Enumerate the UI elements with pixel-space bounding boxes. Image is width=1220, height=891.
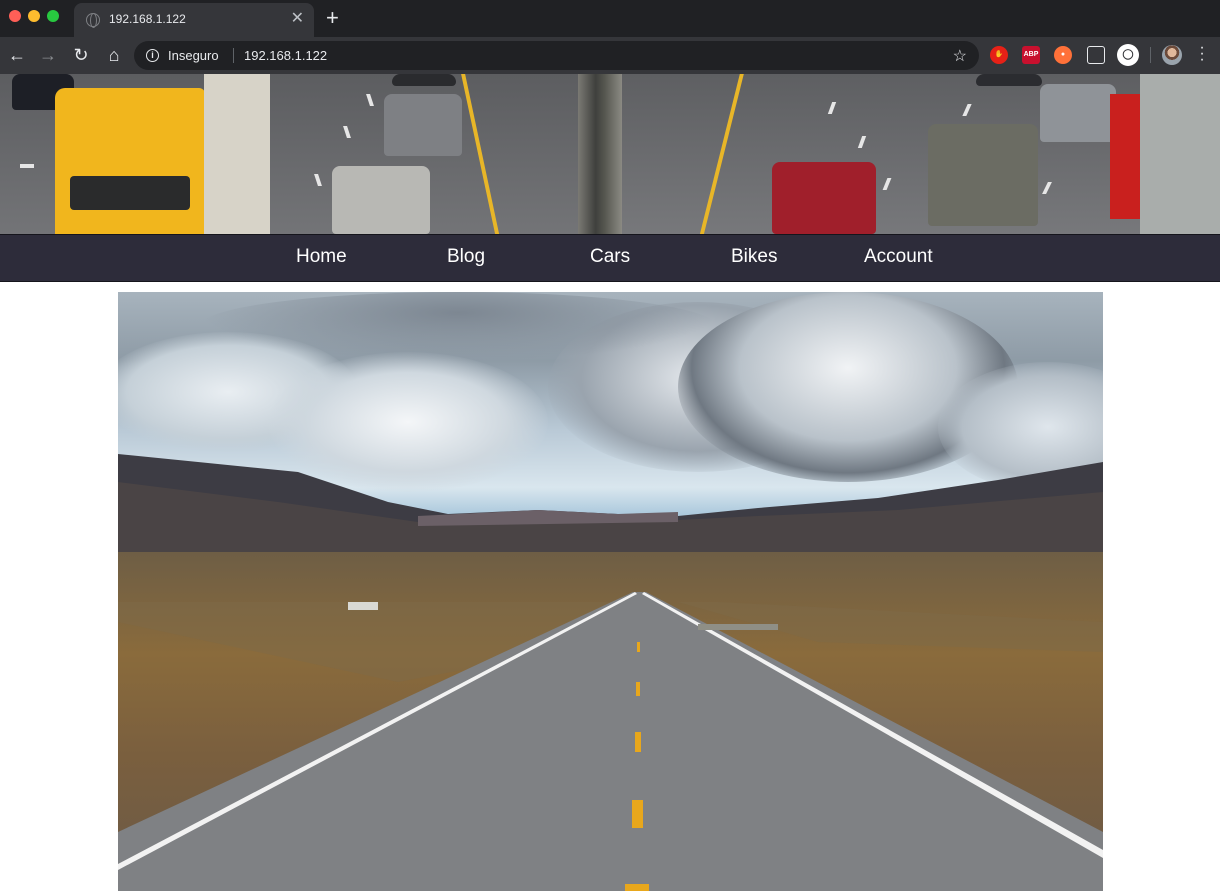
- nav-home-link[interactable]: Home: [296, 246, 347, 268]
- address-divider: [233, 48, 234, 63]
- nav-bikes-link[interactable]: Bikes: [731, 246, 777, 268]
- road: [118, 592, 1103, 891]
- adblock-plus-icon[interactable]: ABP: [1022, 46, 1040, 64]
- nav-account-link[interactable]: Account: [864, 246, 933, 268]
- browser-toolbar: ← → ↻ ⌂ i Inseguro 192.168.1.122 ☆ ✋ ABP…: [0, 37, 1220, 74]
- window-minimize-button[interactable]: [28, 10, 40, 22]
- stop-hand-icon[interactable]: ✋: [990, 46, 1008, 64]
- fire-extension-icon[interactable]: ●: [1054, 46, 1072, 64]
- nav-cars-link[interactable]: Cars: [590, 246, 630, 268]
- toolbar-divider: [1150, 47, 1151, 63]
- bookmark-star-icon[interactable]: ☆: [953, 46, 967, 66]
- browser-tab[interactable]: 192.168.1.122 ✕: [74, 3, 314, 37]
- window-close-button[interactable]: [9, 10, 21, 22]
- url-text[interactable]: 192.168.1.122: [244, 48, 327, 63]
- profile-avatar[interactable]: [1162, 45, 1182, 65]
- browser-tab-bar: 192.168.1.122 ✕ +: [0, 0, 1220, 37]
- highway-traffic-image: [0, 74, 1220, 234]
- tab-title: 192.168.1.122: [109, 12, 186, 26]
- home-icon[interactable]: ⌂: [103, 44, 125, 66]
- browser-menu-icon[interactable]: · · ·: [1197, 40, 1207, 68]
- address-bar[interactable]: i Inseguro 192.168.1.122 ☆: [134, 41, 979, 70]
- web-page: Home Blog Cars Bikes Account: [0, 74, 1220, 891]
- forward-icon[interactable]: →: [37, 44, 59, 66]
- back-icon[interactable]: ←: [6, 44, 28, 66]
- nav-blog-link[interactable]: Blog: [447, 246, 485, 268]
- new-tab-button[interactable]: +: [326, 6, 339, 30]
- security-label[interactable]: Inseguro: [168, 48, 219, 63]
- reload-icon[interactable]: ↻: [70, 44, 92, 66]
- site-nav: Home Blog Cars Bikes Account: [0, 234, 1220, 282]
- info-icon[interactable]: i: [146, 49, 159, 62]
- tab-close-icon[interactable]: ✕: [291, 10, 304, 28]
- glasses-extension-icon[interactable]: [1087, 46, 1105, 64]
- window-maximize-button[interactable]: [47, 10, 59, 22]
- desert-road-image: [118, 292, 1103, 891]
- globe-icon: [86, 13, 100, 28]
- circle-extension-icon[interactable]: ◯: [1117, 44, 1139, 66]
